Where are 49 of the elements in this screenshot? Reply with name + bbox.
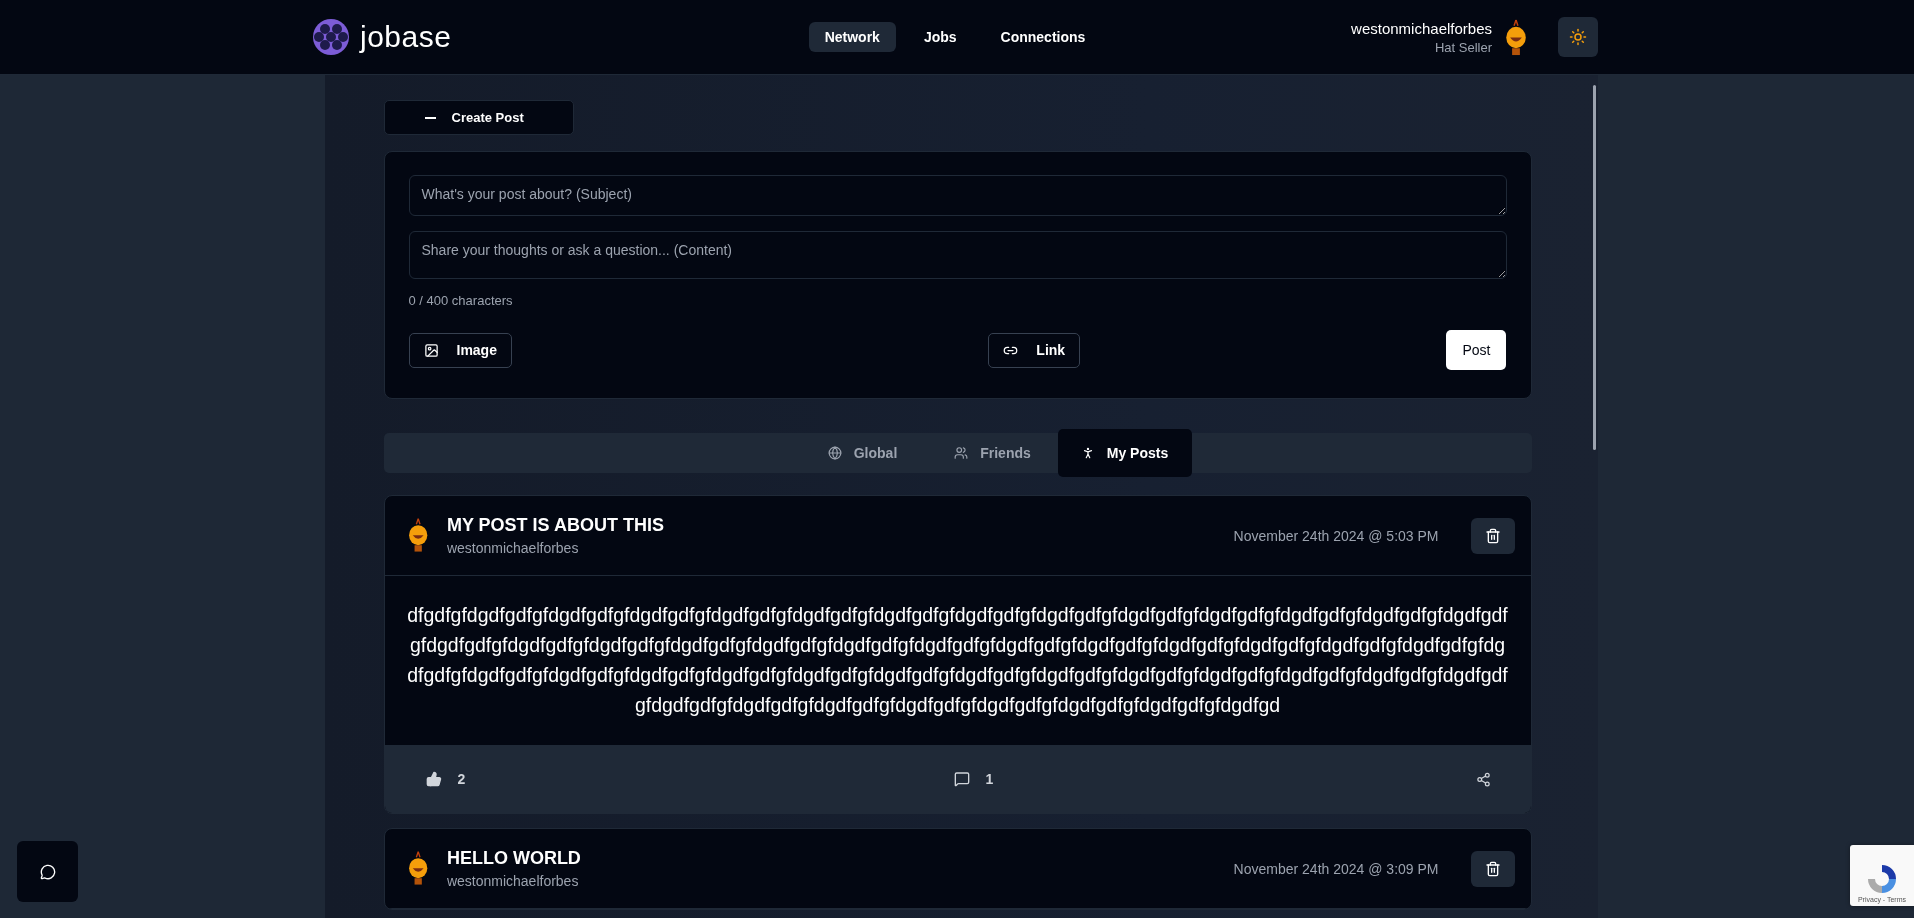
scrollbar[interactable] [1592,85,1596,450]
content-field[interactable]: Share your thoughts or ask a question... (Content) [408,231,1507,279]
theme-toggle-button[interactable] [1558,17,1598,57]
nav-tab[interactable]: Network [808,22,896,52]
globe-icon [827,446,842,460]
post-date: November 24th 2024 @ 3:09 PM [1233,860,1439,877]
avatar-icon [1504,17,1528,57]
chat-icon [39,863,56,880]
character-counter: 0 / 400 characters [408,293,514,308]
image-button[interactable]: Image [408,332,512,368]
thumbs-up-icon [425,771,442,787]
post-text-line: dfgdfgfdgdfgdfgfdgdfgdfgfdgdfgdfgfdgdfgdfgfdgdfgdfgfdgdfgdfgfdgdfgdfgfdgdfgdfgfdgdfgdfgfdgdfgdfgfdgdfgdfgfdgdfgdfgfdgdfgdf [407,664,1508,687]
logo-text: jobase [360,20,452,54]
post-title: HELLO WORLD [446,848,582,869]
avatar-icon [406,850,429,887]
post-date: November 24th 2024 @ 5:03 PM [1233,527,1439,544]
image-icon [423,342,439,358]
delete-button[interactable] [1470,517,1515,554]
nav-tab[interactable]: Connections [984,22,1102,52]
nav-tab[interactable]: Jobs [907,22,973,52]
share-icon [1475,771,1491,787]
user-title: Hat Seller [1434,39,1492,55]
comment-icon [953,771,970,787]
create-post-button[interactable]: Create Post [383,100,574,135]
user-name: westonmichaelforbes [1351,19,1492,37]
minus-icon [424,116,436,119]
like-button[interactable]: 2 [419,770,472,788]
feed-tab[interactable]: My Posts [1057,429,1192,477]
comment-button[interactable]: 1 [947,770,1000,788]
recaptcha-icon [1865,862,1899,896]
share-button[interactable] [1475,771,1491,787]
post-button[interactable]: Post [1446,330,1507,370]
link-button[interactable]: Link [988,332,1081,368]
post-text-line: gfdgdfgdfgfdgdfgdfgfdgdfgdfgfdgdfgdfgfdgdfgdfgfdgdfgdfgfdgdfgdfgfdgdfgd [634,694,1281,717]
feed-tab[interactable]: Friends [927,433,1058,473]
avatar-icon [406,517,429,554]
post-text-line: dfgdfgfdgdfgdfgfdgdfgdfgfdgdfgdfgfdgdfgdfgfdgdfgdfgfdgdfgdfgfdgdfgdfgfdgdfgdfgfdgdfgdfgfdgdfgdfgfdgdfgdfgfdgdfgdfgfdgdfgdf [407,604,1508,627]
subject-field[interactable]: What's your post about? (Subject) [408,175,1507,216]
people-icon [954,446,969,460]
trash-icon [1484,860,1501,877]
post-author: westonmichaelforbes [446,873,580,889]
post-text-line: gfdgdfgdfgfdgdfgdfgfdgdfgdfgfdgdfgdfgfdgdfgdfgfdgdfgdfgfdgdfgdfgfdgdfgdfgfdgdfgdfgfdgdfgdfgfdgdfgdfgfdgdfgdfgfdgdfgdfgfdg [409,634,1506,657]
feed-tab[interactable]: Global [797,433,928,473]
logo-icon [312,18,350,56]
sun-icon [1569,28,1587,46]
delete-button[interactable] [1470,850,1515,887]
post-author: westonmichaelforbes [446,540,580,556]
post-title: MY POST IS ABOUT THIS [446,515,665,536]
trash-icon [1484,527,1501,544]
